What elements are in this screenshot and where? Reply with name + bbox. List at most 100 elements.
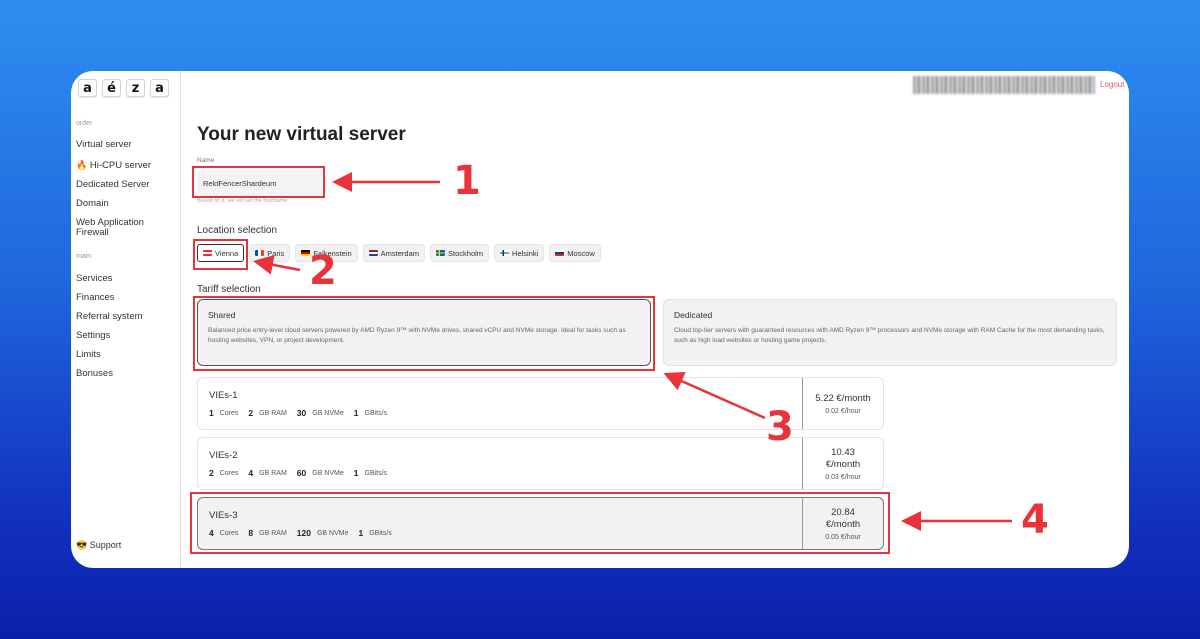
tariff-dedicated-card[interactable]: Dedicated Cloud top-tier servers with gu… [663,299,1117,366]
location-helsinki[interactable]: Helsinki [494,244,545,262]
logo-tile: é [102,79,121,97]
plan-price: 10.43 €/month 0.03 €/hour [802,438,883,489]
sidebar: a é z a order Virtual server 🔥 Hi-CPU se… [71,71,181,568]
support-label: Support [89,540,122,550]
spec-ram: 2 GB RAM [248,408,286,418]
spec-cores: 2 Cores [209,468,238,478]
sweden-flag-icon [436,250,446,256]
spec-value: 1 [353,408,359,418]
blurred-username [913,76,1095,94]
sidebar-item-dedicated-server[interactable]: Dedicated Server [76,180,176,190]
logout-link[interactable]: Logout [1100,80,1124,89]
support-link[interactable]: 😎 Support [76,540,121,551]
plan-specs: 1 Cores 2 GB RAM 30 GB NVMe 1 GBits/s [209,408,387,418]
sidebar-item-services[interactable]: Services [76,274,176,284]
tariff-description: Balanced price entry-level cloud servers… [208,327,626,344]
spec-value: 1 [353,468,359,478]
sidebar-item-finances[interactable]: Finances [76,293,176,303]
tariff-section-title: Tariff selection [197,284,261,295]
name-field-hint: Based on it, we will set the hostname [197,198,288,204]
annotation-number-1: 1 [453,158,481,204]
emoji-icon: 😎 [76,540,88,550]
spec-nvme: 30 GB NVMe [297,408,344,418]
spec-unit: GBits/s [364,409,388,417]
spec-value: 60 [296,468,307,478]
annotation-number-3: 3 [766,404,794,450]
plan-price: 20.84 €/month 0.05 €/hour [802,498,883,549]
spec-unit: GB NVMe [312,469,344,477]
name-field-label: Name [197,157,215,164]
price-monthly: 20.84 €/month [825,506,861,530]
app-window: a é z a order Virtual server 🔥 Hi-CPU se… [71,71,1129,568]
plan-specs: 4 Cores 8 GB RAM 120 GB NVMe 1 GBits/s [209,528,392,538]
spec-network: 1 GBits/s [354,408,387,418]
server-name-input[interactable]: RektFencerShardeum [197,170,322,196]
spec-unit: GB NVMe [312,409,344,417]
price-hourly: 0.05 €/hour [825,533,861,541]
spec-value: 1 [358,528,364,538]
spec-unit: Cores [219,469,239,477]
tariff-description: Cloud top-tier servers with guaranteed r… [674,327,1105,344]
sidebar-item-waf[interactable]: Web Application Firewall [76,218,176,238]
spec-value: 1 [209,408,214,418]
tariff-shared-card[interactable]: Shared Balanced price entry-level cloud … [197,299,651,366]
tariff-name: Dedicated [674,310,713,320]
spec-value: 2 [248,408,254,418]
aeza-logo[interactable]: a é z a [78,79,169,97]
sidebar-section-main: main [76,253,92,260]
logo-tile: a [78,79,97,97]
location-vienna[interactable]: Vienna [197,244,245,262]
sidebar-item-hi-cpu-server[interactable]: 🔥 Hi-CPU server [76,160,176,171]
spec-value: 8 [248,528,254,538]
fire-icon: 🔥 [76,160,88,170]
annotation-number-2: 2 [309,248,337,294]
sidebar-item-virtual-server[interactable]: Virtual server [76,140,176,150]
sidebar-item-domain[interactable]: Domain [76,199,176,209]
austria-flag-icon [203,250,212,256]
logo-tile: a [150,79,169,97]
sidebar-item-bonuses[interactable]: Bonuses [76,369,176,379]
spec-unit: Cores [219,409,239,417]
logo-tile: z [126,79,145,97]
location-label: Amsterdam [380,248,420,258]
location-moscow[interactable]: Moscow [549,244,601,262]
spec-nvme: 60 GB NVMe [297,468,344,478]
spec-nvme: 120 GB NVMe [297,528,349,538]
page-title: Your new virtual server [197,124,406,145]
spec-ram: 8 GB RAM [248,528,286,538]
plan-specs: 2 Cores 4 GB RAM 60 GB NVMe 1 GBits/s [209,468,387,478]
location-section-title: Location selection [197,225,278,236]
spec-unit: GB RAM [259,409,287,417]
spec-cores: 1 Cores [209,408,238,418]
spec-network: 1 GBits/s [358,528,391,538]
plan-vies-3[interactable]: VIEs-3 4 Cores 8 GB RAM 120 GB NVMe 1 GBits/… [197,497,884,550]
price-monthly: 10.43 €/month [825,446,861,470]
spec-value: 2 [209,468,214,478]
sidebar-item-limits[interactable]: Limits [76,350,176,360]
russia-flag-icon [555,250,565,256]
location-amsterdam[interactable]: Amsterdam [362,244,426,262]
spec-unit: GB RAM [259,469,287,477]
spec-unit: GBits/s [369,529,392,537]
price-monthly: 5.22 €/month [815,392,871,404]
spec-unit: GBits/s [364,469,388,477]
spec-unit: Cores [219,529,239,537]
spec-value: 4 [209,528,214,538]
plan-name: VIEs-2 [209,450,238,461]
plan-name: VIEs-1 [209,390,238,401]
finland-flag-icon [500,250,510,256]
sidebar-item-label: Hi-CPU server [89,160,152,171]
location-label: Moscow [567,248,595,258]
location-label: Paris [267,248,285,258]
tariff-name: Shared [208,310,236,320]
location-paris[interactable]: Paris [249,244,291,262]
sidebar-item-settings[interactable]: Settings [76,331,176,341]
netherlands-flag-icon [368,250,378,256]
location-stockholm[interactable]: Stockholm [430,244,490,262]
location-selector: Vienna Paris Falkenstein Amsterdam Stock… [197,244,601,262]
spec-value: 120 [296,528,311,538]
sidebar-item-referral-system[interactable]: Referral system [76,312,176,322]
spec-network: 1 GBits/s [354,468,387,478]
location-label: Helsinki [512,248,539,258]
spec-value: 4 [248,468,254,478]
